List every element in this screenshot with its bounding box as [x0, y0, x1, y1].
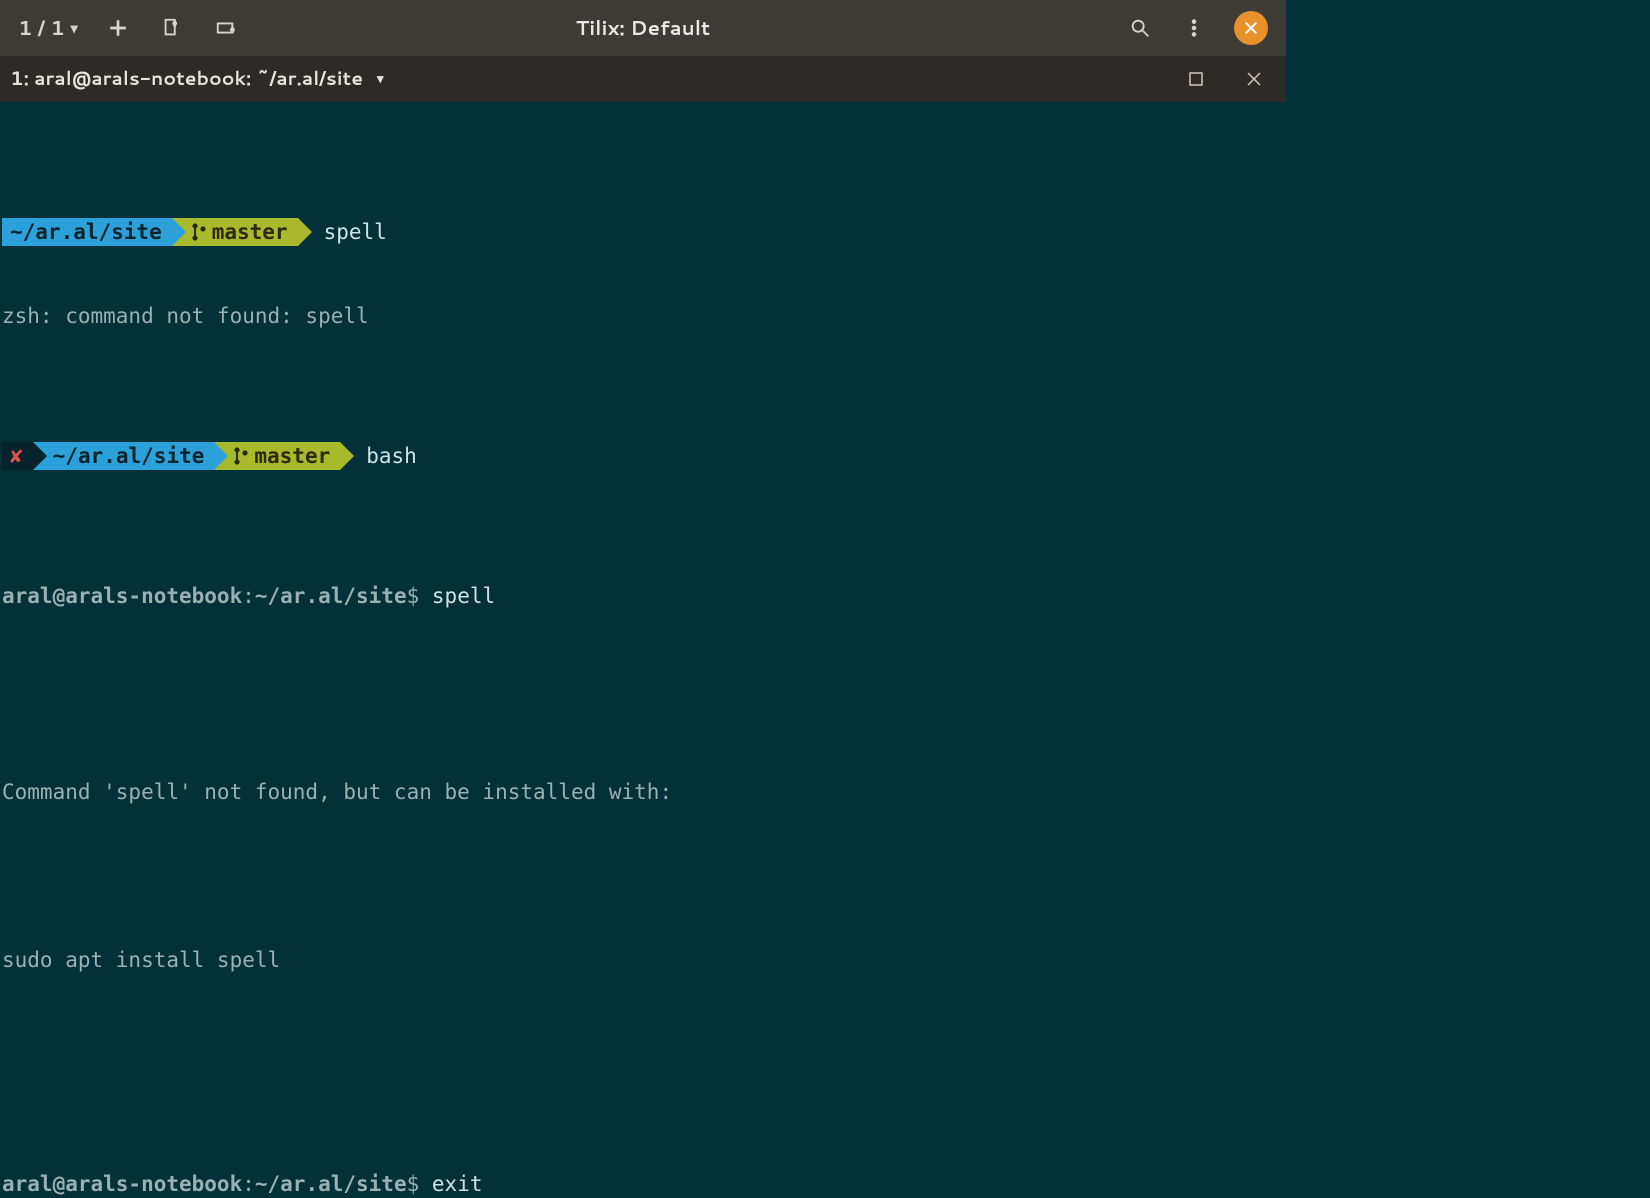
close-icon [1245, 70, 1263, 88]
maximize-icon [1187, 70, 1205, 88]
add-tab-down-icon [161, 17, 183, 39]
tab-title[interactable]: 1: aral@arals-notebook: ~/ar.al/site ▾ [10, 65, 383, 93]
close-window-button[interactable] [1234, 11, 1268, 45]
bash-sym: $ [407, 582, 420, 610]
bash-prompt-line: aral@arals-notebook:~/ar.al/site$ spell [2, 582, 1286, 610]
command-text: spell [324, 218, 387, 246]
kebab-menu-icon [1183, 17, 1205, 39]
command-text: spell [432, 582, 495, 610]
prompt-line: ✘ ~/ar.al/site master bash [2, 442, 1286, 470]
close-icon [1243, 20, 1259, 36]
chevron-down-icon: ▾ [377, 65, 384, 93]
app-header: 1 / 1 ▾ Tilix: Default [0, 0, 1286, 56]
bash-prompt-line: aral@arals-notebook:~/ar.al/site$ exit [2, 1170, 1286, 1198]
prompt-path-segment: ~/ar.al/site [33, 442, 215, 470]
tab-bar: 1: aral@arals-notebook: ~/ar.al/site ▾ [0, 56, 1286, 102]
prompt-path-segment: ~/ar.al/site [2, 218, 172, 246]
add-terminal-down-button[interactable] [158, 14, 186, 42]
add-tab-right-icon [215, 17, 237, 39]
command-text: exit [432, 1170, 483, 1198]
prompt-error-segment: ✘ [2, 442, 33, 470]
chevron-down-icon: ▾ [71, 14, 78, 42]
blank-line [2, 1030, 1286, 1058]
menu-button[interactable] [1180, 14, 1208, 42]
command-text: bash [366, 442, 417, 470]
output-line: Command 'spell' not found, but can be in… [2, 778, 1286, 806]
search-icon [1129, 17, 1151, 39]
close-pane-button[interactable] [1240, 65, 1268, 93]
prompt-line: ~/ar.al/site master spell [2, 218, 1286, 246]
prompt-branch-segment: master [214, 442, 340, 470]
blank-line [2, 694, 1286, 722]
tab-title-label: 1: aral@arals-notebook: ~/ar.al/site [10, 65, 363, 93]
prompt-branch-segment: master [172, 218, 298, 246]
session-count: 1 / 1 [18, 14, 65, 42]
output-line: sudo apt install spell [2, 946, 1286, 974]
output-line: zsh: command not found: spell [2, 302, 1286, 330]
bash-sep: : [242, 1170, 255, 1198]
bash-path: ~/ar.al/site [255, 1170, 407, 1198]
maximize-pane-button[interactable] [1182, 65, 1210, 93]
bash-sym: $ [407, 1170, 420, 1198]
bash-user: aral@arals-notebook [2, 582, 242, 610]
bash-sep: : [242, 582, 255, 610]
plus-icon [107, 17, 129, 39]
add-terminal-right-button[interactable] [212, 14, 240, 42]
add-terminal-button[interactable] [104, 14, 132, 42]
terminal-pane[interactable]: ~/ar.al/site master spell zsh: command n… [0, 102, 1286, 1198]
search-button[interactable] [1126, 14, 1154, 42]
session-switcher[interactable]: 1 / 1 ▾ [18, 14, 78, 42]
bash-user: aral@arals-notebook [2, 1170, 242, 1198]
blank-line [2, 862, 1286, 890]
bash-path: ~/ar.al/site [255, 582, 407, 610]
